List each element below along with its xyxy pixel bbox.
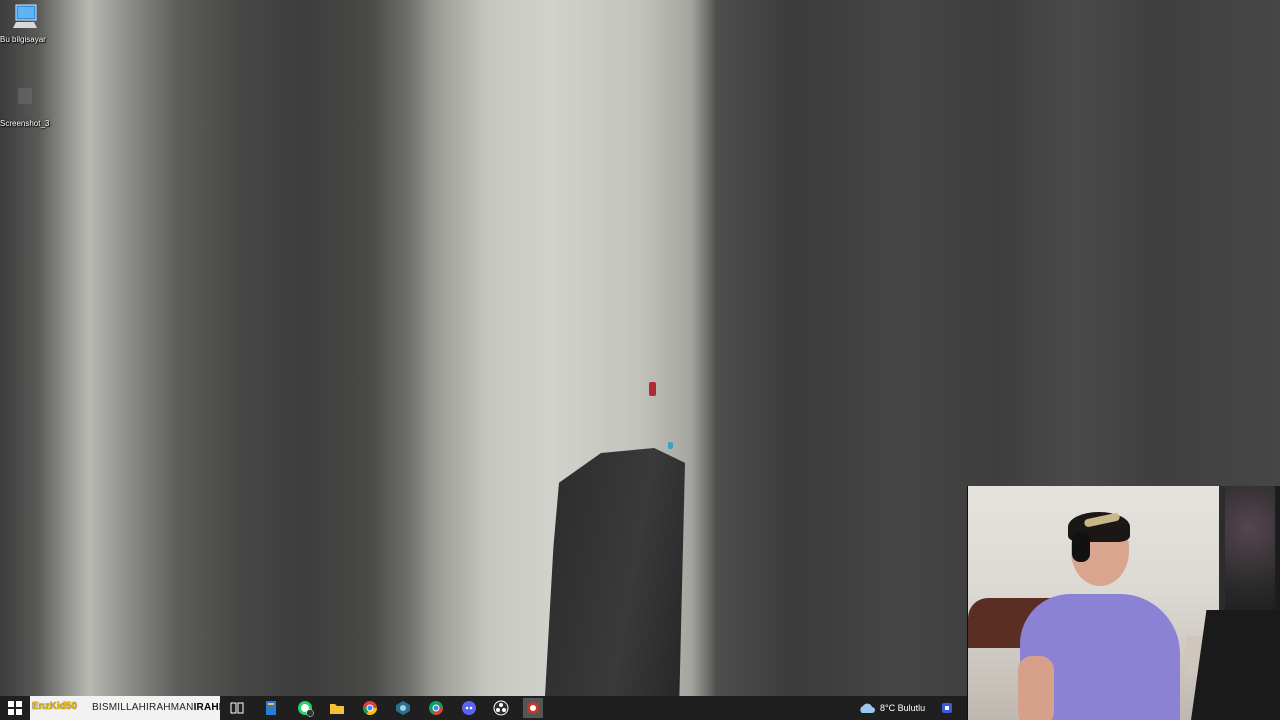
taskbar-search-box[interactable]: EnzKid50 BISMILLAHIRAHMANIRAHIM [30, 696, 220, 720]
start-button[interactable] [0, 696, 30, 720]
whatsapp-icon[interactable] [295, 698, 315, 718]
windows-icon [8, 701, 22, 715]
headset-icon [1072, 532, 1090, 562]
webcam-plant [1225, 486, 1275, 626]
file-manager-icon[interactable] [261, 698, 281, 718]
weather-text[interactable]: 8°C Bulutlu [880, 703, 925, 713]
desktop-icon-label: Screenshot_3 [0, 119, 50, 128]
desktop-icon-label: Bu bilgisayar [0, 35, 46, 44]
app-cube-icon[interactable] [393, 698, 413, 718]
webcam-feed [967, 486, 1280, 720]
discord-icon[interactable] [459, 698, 479, 718]
webcam-monitor [1191, 610, 1280, 720]
search-text-suffix: IRAHIM [193, 702, 220, 713]
task-view-icon[interactable] [227, 698, 247, 718]
desktop-icon-this-pc[interactable]: Bu bilgisayar [0, 4, 58, 44]
search-text-prefix: BISMILLAHIRAHMAN [92, 702, 194, 713]
computer-icon [13, 4, 37, 28]
webcam-person-arm [1018, 656, 1054, 720]
system-tray: 8°C Bulutlu [858, 696, 953, 720]
folder-icon[interactable] [327, 698, 347, 718]
cloud-icon [860, 703, 875, 713]
obs-icon[interactable] [491, 698, 511, 718]
chrome-icon[interactable] [360, 698, 380, 718]
climber-figure [649, 382, 656, 396]
record-icon[interactable] [523, 698, 543, 718]
stream-overlay-text: EnzKid50 [32, 701, 78, 712]
belayer-figure [668, 442, 673, 449]
tray-app-icon[interactable] [941, 702, 953, 714]
search-text: BISMILLAHIRAHMANIRAHIM [92, 702, 220, 713]
image-file-icon [18, 88, 32, 104]
desktop-icon-screenshot[interactable]: Screenshot_3 [0, 88, 58, 128]
chrome-alt-icon[interactable] [426, 698, 446, 718]
taskbar: EnzKid50 BISMILLAHIRAHMANIRAHIM 8°C Bulu… [0, 696, 967, 720]
dark-rock-outcrop [545, 448, 685, 696]
